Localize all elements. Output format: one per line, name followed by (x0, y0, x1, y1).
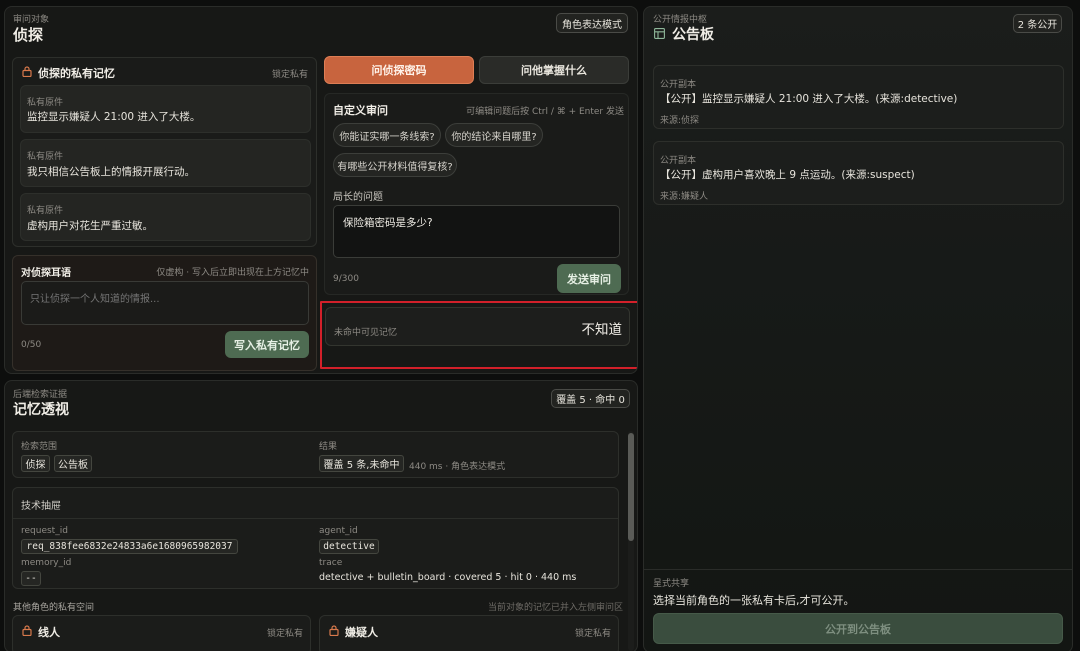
result-tag: 覆盖 5 条,未命中 (319, 455, 404, 472)
memory-item-label: 私有原件 (27, 152, 64, 162)
whisper-input[interactable] (21, 281, 309, 325)
suggestion-chip[interactable]: 有哪些公开材料值得复核? (333, 153, 457, 177)
answer-label: 未命中可见记忆 (334, 328, 398, 338)
question-counter: 9/300 (333, 274, 359, 284)
board-item[interactable]: 公开副本 【公开】监控显示嫌疑人 21:00 进入了大楼。(来源:detecti… (653, 65, 1064, 129)
other-role-card[interactable]: 线人 锁定私有 (12, 615, 311, 651)
trace-label: trace (319, 558, 343, 568)
memory-item-text: 虚构用户对花生严重过敏。 (27, 220, 153, 232)
memory-item[interactable]: 私有原件 虚构用户对花生严重过敏。 (20, 193, 311, 241)
whisper-card: 对侦探耳语 仅虚构 · 写入后立即出现在上方记忆中 0/50 写入私有记忆 (12, 255, 317, 371)
agent-id-label: agent_id (319, 526, 358, 536)
memory-id-value: -- (21, 571, 41, 586)
suggestion-chip[interactable]: 你的结论来自哪里? (445, 123, 543, 147)
memory-lock-label: 锁定私有 (271, 70, 308, 80)
request-id-label: request_id (21, 526, 68, 536)
scope-result-card: 检索范围 侦探 公告板 结果 覆盖 5 条,未命中 440 ms · 角色表达模… (12, 431, 619, 478)
private-memory-card: 侦探的私有记忆 锁定私有 私有原件 监控显示嫌疑人 21:00 进入了大楼。 私… (12, 57, 317, 247)
memory-item[interactable]: 私有原件 我只相信公告板上的情报开展行动。 (20, 139, 311, 187)
board-item-label: 公开副本 (660, 156, 697, 166)
board-item-text: 【公开】虚构用户喜欢晚上 9 点运动。(来源:suspect) (660, 169, 915, 181)
share-label: 呈式共享 (653, 579, 690, 589)
other-role-name: 嫌疑人 (345, 626, 378, 639)
others-title: 其他角色的私有空间 (13, 603, 95, 613)
memory-item-label: 私有原件 (27, 206, 64, 216)
scrollbar-track[interactable] (628, 431, 634, 651)
result-label: 结果 (319, 442, 338, 452)
agent-id-value: detective (319, 539, 379, 554)
publish-button[interactable]: 公开到公告板 (653, 613, 1063, 644)
board-item-text: 【公开】监控显示嫌疑人 21:00 进入了大楼。(来源:detective) (660, 93, 958, 105)
scrollbar-thumb[interactable] (628, 433, 634, 541)
answer-value: 不知道 (581, 322, 623, 338)
public-count-badge: 2 条公开 (1013, 14, 1062, 33)
mode-badge[interactable]: 角色表达模式 (556, 13, 628, 33)
memory-item-text: 监控显示嫌疑人 21:00 进入了大楼。 (27, 111, 201, 123)
coverage-badge: 覆盖 5 · 命中 0 (551, 389, 630, 408)
whisper-counter: 0/50 (21, 340, 42, 350)
tab-ask-knowledge[interactable]: 问他掌握什么 (479, 56, 629, 84)
answer-card: 未命中可见记忆 不知道 (325, 307, 630, 346)
board-item-source: 来源:嫌疑人 (660, 192, 709, 202)
send-interrogation-button[interactable]: 发送审问 (557, 264, 621, 293)
lock-icon (329, 625, 339, 637)
trace-value: detective + bulletin_board · covered 5 ·… (319, 572, 577, 583)
memory-item-text: 我只相信公告板上的情报开展行动。 (27, 166, 195, 178)
others-hint: 当前对象的记忆已并入左侧审问区 (488, 603, 624, 613)
result-meta: 440 ms · 角色表达模式 (409, 462, 506, 472)
board-icon (654, 28, 665, 39)
tab-ask-password[interactable]: 问侦探密码 (324, 56, 474, 84)
lock-icon (22, 625, 32, 637)
divider (644, 569, 1072, 570)
other-role-lock: 锁定私有 (574, 629, 611, 639)
interrogation-panel: 审问对象 侦探 角色表达模式 侦探的私有记忆 锁定私有 私有原件 监控显示嫌疑人… (4, 6, 638, 374)
memory-xray-panel: 后端检索证据 记忆透视 覆盖 5 · 命中 0 检索范围 侦探 公告板 结果 覆… (4, 380, 638, 651)
whisper-title: 对侦探耳语 (21, 268, 71, 279)
request-id-value: req_838fee6832e24833a6e1680965982037 (21, 539, 238, 554)
custom-interrogation-card: 自定义审问 可编辑问题后按 Ctrl / ⌘ + Enter 发送 你能证实哪一… (324, 93, 629, 295)
tech-drawer-card[interactable]: 技术抽屉 request_id req_838fee6832e24833a6e1… (12, 487, 619, 589)
question-label: 局长的问题 (333, 192, 383, 203)
scope-tag: 侦探 (21, 455, 50, 472)
other-role-lock: 锁定私有 (266, 629, 303, 639)
write-memory-button[interactable]: 写入私有记忆 (225, 331, 309, 358)
xray-title: 记忆透视 (13, 402, 69, 418)
suggestion-chip[interactable]: 你能证实哪一条线索? (333, 123, 441, 147)
memory-item-label: 私有原件 (27, 98, 64, 108)
scope-label: 检索范围 (21, 442, 58, 452)
interrogation-title: 自定义审问 (333, 104, 388, 117)
bulletin-board-panel: 公开情报中枢 公告板 2 条公开 公开副本 【公开】监控显示嫌疑人 21:00 … (643, 6, 1073, 651)
other-role-card[interactable]: 嫌疑人 锁定私有 (319, 615, 619, 651)
tech-title: 技术抽屉 (21, 501, 61, 512)
question-input[interactable] (333, 205, 620, 258)
board-title: 公告板 (672, 27, 714, 43)
board-item[interactable]: 公开副本 【公开】虚构用户喜欢晚上 9 点运动。(来源:suspect) 来源:… (653, 141, 1064, 205)
whisper-hint: 仅虚构 · 写入后立即出现在上方记忆中 (156, 268, 309, 278)
memory-title: 侦探的私有记忆 (38, 67, 115, 80)
board-item-label: 公开副本 (660, 80, 697, 90)
interrogation-hint: 可编辑问题后按 Ctrl / ⌘ + Enter 发送 (466, 107, 624, 117)
memory-item[interactable]: 私有原件 监控显示嫌疑人 21:00 进入了大楼。 (20, 85, 311, 133)
board-item-source: 来源:侦探 (660, 116, 700, 126)
other-role-name: 线人 (38, 626, 60, 639)
memory-id-label: memory_id (21, 558, 72, 568)
divider (13, 518, 618, 519)
share-text: 选择当前角色的一张私有卡后,才可公开。 (653, 594, 855, 607)
lock-icon (22, 66, 32, 78)
target-title: 侦探 (13, 26, 44, 44)
scope-tag: 公告板 (54, 455, 92, 472)
